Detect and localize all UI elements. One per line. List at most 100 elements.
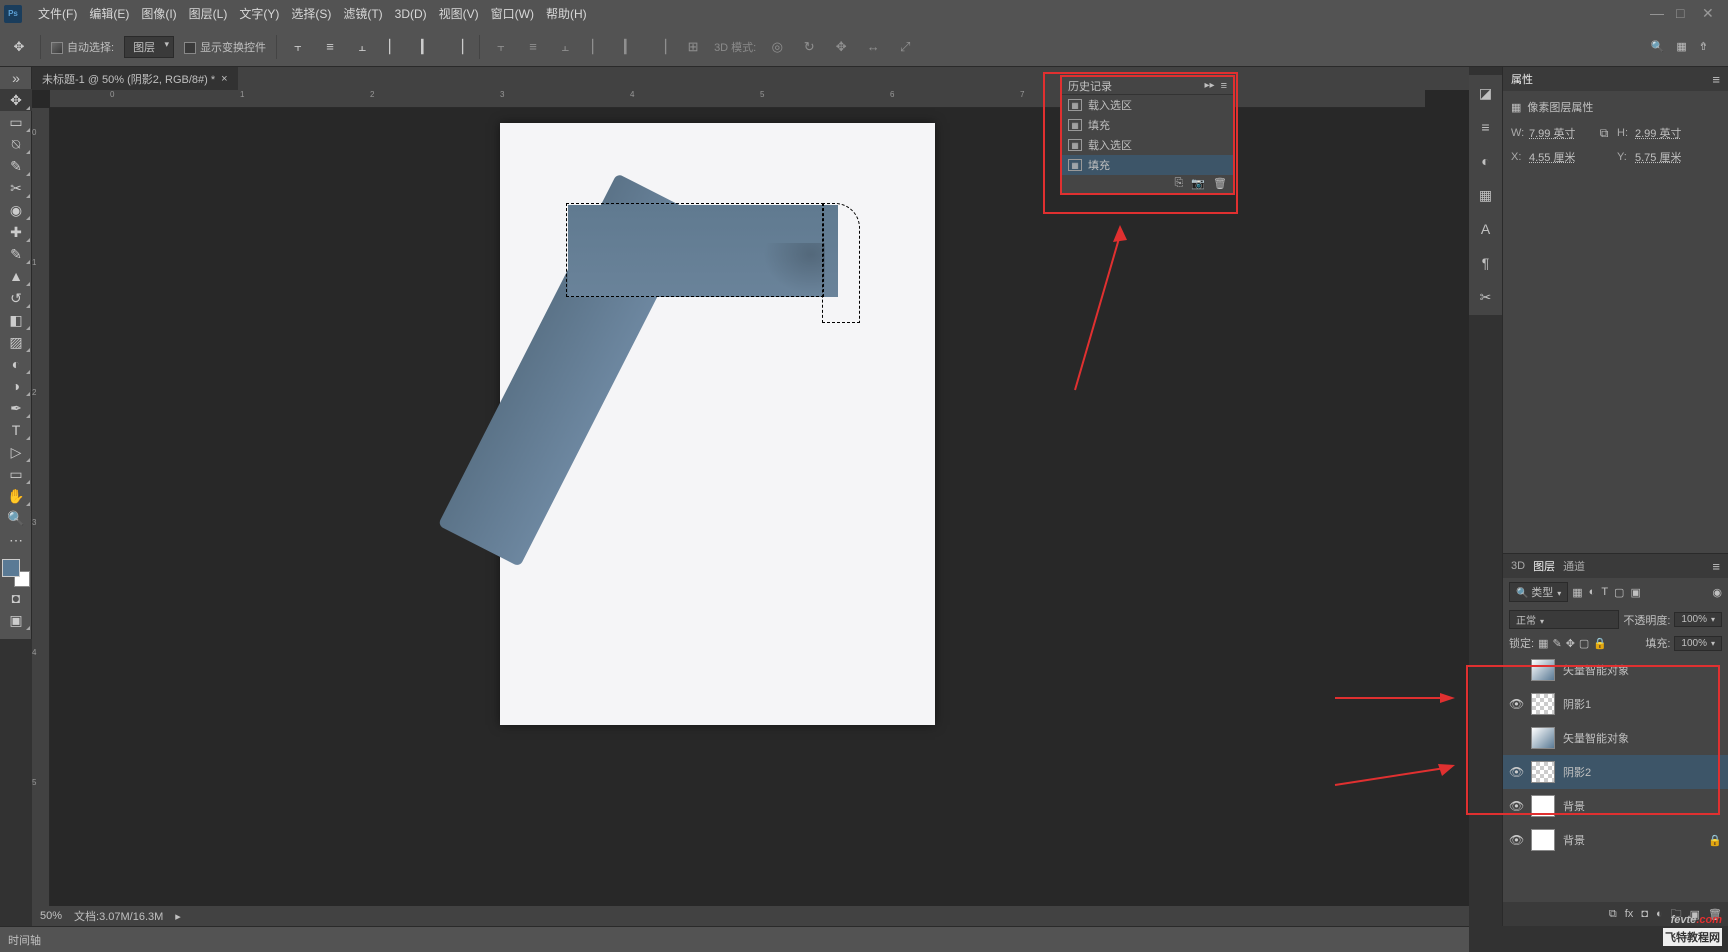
y-field[interactable]: 5.75 厘米 <box>1635 149 1697 165</box>
move-tool[interactable]: ✥ <box>0 89 32 111</box>
color-panel-icon[interactable]: ◪ <box>1469 81 1502 105</box>
new-doc-from-state-icon[interactable]: ⎘ <box>1175 177 1184 191</box>
show-transform-checkbox[interactable]: 显示变换控件 <box>184 39 266 55</box>
close-tab-icon[interactable]: × <box>221 73 227 85</box>
collapse-toolbox-icon[interactable]: » <box>0 67 32 89</box>
layer-name[interactable]: 阴影1 <box>1563 696 1591 712</box>
layer-row[interactable]: 👁 阴影2 <box>1503 755 1728 789</box>
arrange-docs-icon[interactable]: ▦ <box>1676 40 1686 53</box>
align-vcenter-icon[interactable]: ≡ <box>319 36 341 58</box>
x-field[interactable]: 4.55 厘米 <box>1529 149 1591 165</box>
filter-pixel-icon[interactable]: ▦ <box>1572 586 1582 599</box>
shape-tool[interactable]: ▭ <box>0 463 32 485</box>
quick-select-tool[interactable]: ✎ <box>0 155 32 177</box>
crop-tool[interactable]: ✂ <box>0 177 32 199</box>
search-icon[interactable]: 🔍 <box>1651 40 1665 53</box>
align-right-icon[interactable]: ▕ <box>447 36 469 58</box>
lock-all-icon[interactable]: 🔒 <box>1593 637 1607 650</box>
layer-thumbnail[interactable] <box>1531 795 1555 817</box>
history-item[interactable]: ▦载入选区 <box>1062 95 1233 115</box>
filter-toggle-icon[interactable]: ◉ <box>1712 586 1722 599</box>
document-info[interactable]: 文档:3.07M/16.3M <box>74 908 163 924</box>
layer-row[interactable]: 👁 背景 <box>1503 789 1728 823</box>
type-tool[interactable]: T <box>0 419 32 441</box>
brush-tool[interactable]: ✎ <box>0 243 32 265</box>
align-left-icon[interactable]: ▏ <box>383 36 405 58</box>
layer-thumbnail[interactable] <box>1531 693 1555 715</box>
width-field[interactable]: 7.99 英寸 <box>1529 125 1591 141</box>
lock-artboard-icon[interactable]: ▢ <box>1579 637 1589 650</box>
adjustment-layer-icon[interactable]: ◐ <box>1656 908 1663 920</box>
layer-thumbnail[interactable] <box>1531 829 1555 851</box>
menu-edit[interactable]: 编辑(E) <box>83 5 135 22</box>
menu-select[interactable]: 选择(S) <box>285 5 337 22</box>
menu-window[interactable]: 窗口(W) <box>485 5 540 22</box>
canvas[interactable] <box>500 123 935 725</box>
dodge-tool[interactable]: ◑ <box>0 375 32 397</box>
gradient-tool[interactable]: ▨ <box>0 331 32 353</box>
swatches-panel-icon[interactable]: ≡ <box>1469 115 1502 139</box>
menu-help[interactable]: 帮助(H) <box>540 5 593 22</box>
filter-smart-icon[interactable]: ▣ <box>1630 586 1640 599</box>
align-hcenter-icon[interactable]: ▎ <box>415 36 437 58</box>
layer-row[interactable]: 矢量智能对象 <box>1503 721 1728 755</box>
layer-name[interactable]: 背景 <box>1563 798 1585 814</box>
healing-tool[interactable]: ✚ <box>0 221 32 243</box>
visibility-toggle[interactable]: 👁 <box>1509 765 1523 779</box>
properties-tab[interactable]: 属性 <box>1511 71 1533 87</box>
delete-state-icon[interactable]: 🗑 <box>1213 177 1227 191</box>
align-bottom-icon[interactable]: ⫠ <box>351 36 373 58</box>
history-item[interactable]: ▦填充 <box>1062 155 1233 175</box>
pen-tool[interactable]: ✒ <box>0 397 32 419</box>
adjustments-panel-icon[interactable]: ◐ <box>1469 149 1502 173</box>
maximize-icon[interactable]: □ <box>1676 5 1688 22</box>
layer-name[interactable]: 矢量智能对象 <box>1563 662 1629 678</box>
layer-mask-icon[interactable]: ◘ <box>1641 908 1648 920</box>
foreground-color-swatch[interactable] <box>2 559 20 577</box>
menu-type[interactable]: 文字(Y) <box>233 5 285 22</box>
layer-row[interactable]: 👁 背景 🔒 <box>1503 823 1728 857</box>
eyedropper-tool[interactable]: ◉ <box>0 199 32 221</box>
tool-presets-icon[interactable]: ✂ <box>1469 285 1502 309</box>
tab-3d[interactable]: 3D <box>1511 560 1525 572</box>
menu-file[interactable]: 文件(F) <box>32 5 83 22</box>
panel-menu-icon[interactable]: ≡ <box>1712 72 1720 87</box>
close-window-icon[interactable]: ✕ <box>1702 5 1714 22</box>
fill-field[interactable]: 100% <box>1674 636 1722 651</box>
history-item[interactable]: ▦填充 <box>1062 115 1233 135</box>
history-panel-title[interactable]: 历史记录 ▸▸ ≡ <box>1062 77 1233 95</box>
lock-position-icon[interactable]: ✥ <box>1566 637 1575 650</box>
auto-select-checkbox[interactable]: 自动选择: <box>51 39 114 55</box>
height-field[interactable]: 2.99 英寸 <box>1635 125 1697 141</box>
layer-thumbnail[interactable] <box>1531 659 1555 681</box>
stamp-tool[interactable]: ▲ <box>0 265 32 287</box>
menu-image[interactable]: 图像(I) <box>135 5 182 22</box>
paragraph-panel-icon[interactable]: ¶ <box>1469 251 1502 275</box>
info-flyout-icon[interactable]: ▸ <box>175 910 181 923</box>
path-select-tool[interactable]: ▷ <box>0 441 32 463</box>
layer-name[interactable]: 背景 <box>1563 832 1585 848</box>
zoom-level[interactable]: 50% <box>40 910 62 922</box>
snapshot-icon[interactable]: 📷 <box>1191 177 1205 191</box>
layer-style-icon[interactable]: fx <box>1625 908 1634 920</box>
marquee-tool[interactable]: ▭ <box>0 111 32 133</box>
align-top-icon[interactable]: ⫟ <box>287 36 309 58</box>
opacity-field[interactable]: 100% <box>1674 612 1722 627</box>
filter-shape-icon[interactable]: ▢ <box>1614 586 1624 599</box>
layer-thumbnail[interactable] <box>1531 761 1555 783</box>
blur-tool[interactable]: ◐ <box>0 353 32 375</box>
zoom-tool[interactable]: 🔍 <box>0 507 32 529</box>
layer-row[interactable]: 矢量智能对象 <box>1503 653 1728 687</box>
tab-layers[interactable]: 图层 <box>1533 558 1555 574</box>
visibility-toggle[interactable]: 👁 <box>1509 697 1523 711</box>
canvas-viewport[interactable] <box>50 108 1425 906</box>
timeline-label[interactable]: 时间轴 <box>8 932 41 948</box>
lasso-tool[interactable]: ⍉ <box>0 133 32 155</box>
visibility-toggle[interactable]: 👁 <box>1509 833 1523 847</box>
panel-menu-icon[interactable]: ≡ <box>1712 559 1720 574</box>
menu-layer[interactable]: 图层(L) <box>183 5 234 22</box>
history-brush-tool[interactable]: ↺ <box>0 287 32 309</box>
menu-view[interactable]: 视图(V) <box>433 5 485 22</box>
filter-adjustment-icon[interactable]: ◐ <box>1589 586 1596 599</box>
menu-filter[interactable]: 滤镜(T) <box>337 5 388 22</box>
